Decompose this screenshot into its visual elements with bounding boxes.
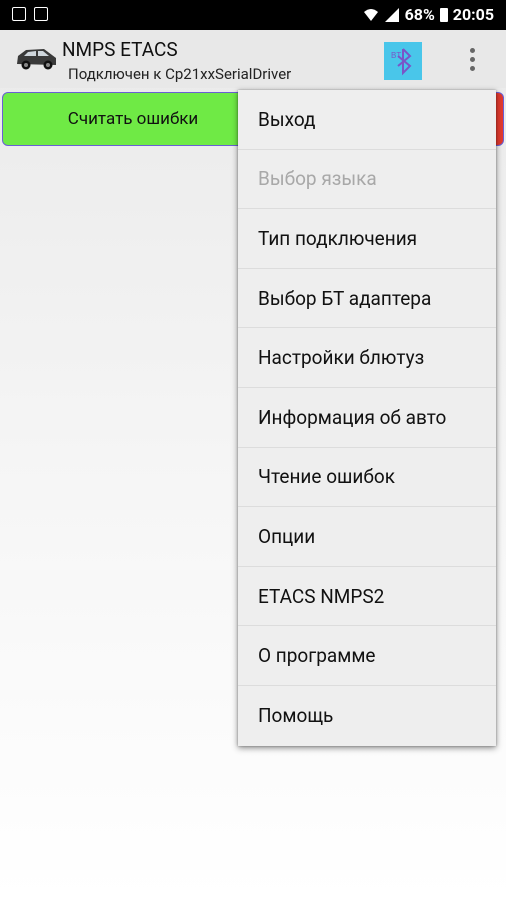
menu-item-read-errors[interactable]: Чтение ошибок: [238, 448, 496, 508]
battery-percent: 68%: [404, 5, 435, 24]
car-icon: [17, 49, 56, 70]
bluetooth-logo-icon[interactable]: BT: [384, 42, 422, 80]
overflow-menu-icon[interactable]: [460, 44, 484, 74]
connection-status: Подключен к Cp21xxSerialDriver: [68, 65, 292, 83]
menu-item-options[interactable]: Опции: [238, 507, 496, 567]
menu-item-etacs-nmps2[interactable]: ETACS NMPS2: [238, 567, 496, 627]
battery-icon: [439, 7, 448, 22]
wifi-icon: [363, 8, 378, 21]
menu-item-bt-adapter[interactable]: Выбор БТ адаптера: [238, 269, 496, 329]
menu-item-help[interactable]: Помощь: [238, 686, 496, 746]
menu-item-car-info[interactable]: Информация об авто: [238, 388, 496, 448]
menu-item-bluetooth-settings[interactable]: Настройки блютуз: [238, 328, 496, 388]
bluetooth-icon: BT: [391, 48, 412, 76]
document-icon: [34, 7, 48, 21]
menu-item-language: Выбор языка: [238, 150, 496, 210]
image-icon: [12, 7, 26, 21]
status-bar: 68% 20:05: [0, 0, 506, 30]
menu-item-connection-type[interactable]: Тип подключения: [238, 209, 496, 269]
clock: 20:05: [452, 5, 494, 24]
overflow-menu: Выход Выбор языка Тип подключения Выбор …: [238, 90, 496, 746]
read-errors-button[interactable]: Считать ошибки: [2, 92, 264, 146]
app-title: NMPS ETACS: [62, 38, 178, 61]
signal-icon: [384, 7, 399, 22]
menu-item-exit[interactable]: Выход: [238, 90, 496, 150]
svg-text:BT: BT: [391, 51, 401, 60]
app-bar: NMPS ETACS Подключен к Cp21xxSerialDrive…: [0, 30, 506, 88]
menu-item-about[interactable]: О программе: [238, 626, 496, 686]
